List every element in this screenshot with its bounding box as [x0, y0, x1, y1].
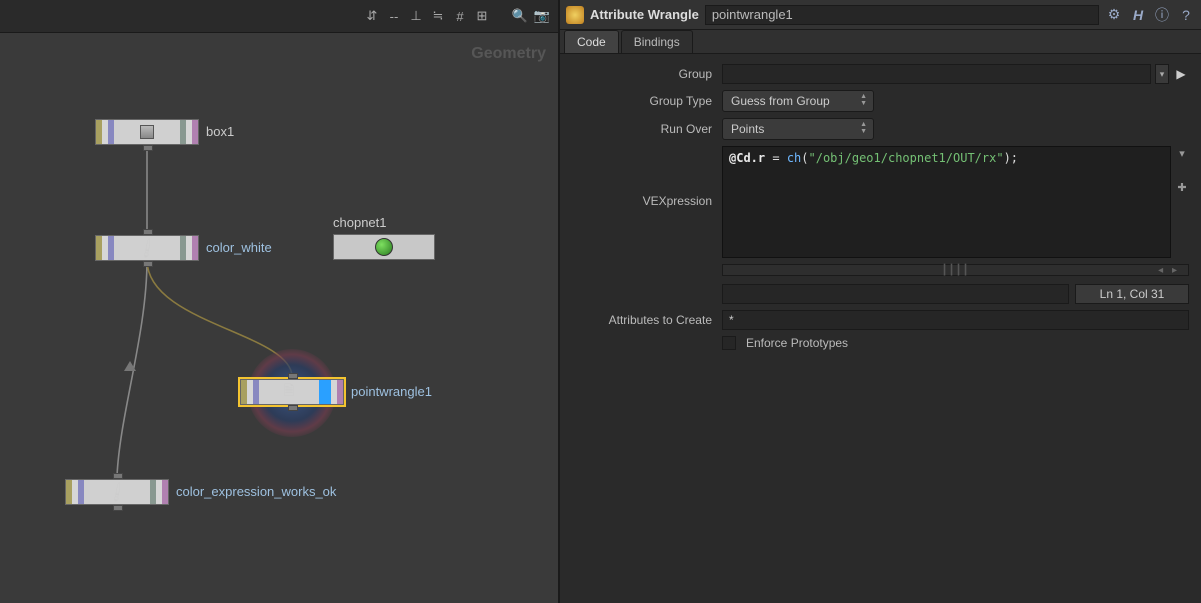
layout-icon-5[interactable]: #	[452, 8, 468, 24]
info-icon[interactable]: ⓘ	[1153, 6, 1171, 24]
node-graph-pane: ⇵ -- ⊥ ≒ # ⊞ 🔍 📷 Geometry box1	[0, 0, 560, 603]
label-enforce-prototypes: Enforce Prototypes	[746, 336, 848, 350]
layout-icon-2[interactable]: --	[386, 8, 402, 24]
enforce-prototypes-checkbox[interactable]	[722, 336, 736, 350]
node-color-expression[interactable]: 🖌 color_expression_works_ok	[65, 479, 169, 505]
node-box1[interactable]: box1	[95, 119, 199, 145]
node-label: chopnet1	[333, 215, 387, 230]
output-port[interactable]	[288, 405, 298, 411]
help-icon[interactable]: ?	[1177, 6, 1195, 24]
vex-side-icons: ▾ ✚	[1175, 146, 1189, 258]
scrub-nav-icon[interactable]: ◂ ▸	[1158, 265, 1180, 276]
box-geo-icon	[140, 125, 154, 139]
output-port[interactable]	[143, 261, 153, 267]
layout-icon-1[interactable]: ⇵	[364, 8, 380, 24]
node-chopnet1[interactable]	[333, 234, 435, 260]
grid-icon[interactable]: ⊞	[474, 8, 490, 24]
chevron-updown-icon: ▲▼	[860, 122, 867, 135]
vex-token-string: "/obj/geo1/chopnet1/OUT/rx"	[809, 151, 1004, 165]
gear-icon[interactable]: ⚙	[1105, 6, 1123, 24]
houdini-H-icon[interactable]: H	[1129, 6, 1147, 24]
context-label: Geometry	[471, 45, 546, 63]
group-type-value: Guess from Group	[731, 94, 830, 108]
chop-icon	[375, 238, 393, 256]
node-label: pointwrangle1	[351, 384, 432, 399]
node-label: color_expression_works_ok	[176, 484, 336, 499]
label-group-type: Group Type	[572, 94, 722, 108]
attrs-to-create-input[interactable]	[722, 310, 1189, 330]
input-port[interactable]	[288, 373, 298, 379]
paint-icon: 🖌	[134, 235, 159, 260]
chevron-updown-icon: ▲▼	[860, 94, 867, 107]
cursor-position: Ln 1, Col 31	[1075, 284, 1189, 304]
node-pointwrangle1[interactable]: 🗎 pointwrangle1	[240, 379, 344, 405]
layout-icon-3[interactable]: ⊥	[408, 8, 424, 24]
param-enforce-prototypes: Enforce Prototypes	[572, 336, 1189, 350]
node-name-input[interactable]	[705, 5, 1099, 25]
node-color-white[interactable]: 🖌 color_white	[95, 235, 199, 261]
layout-icon-4[interactable]: ≒	[430, 8, 446, 24]
output-port[interactable]	[143, 145, 153, 151]
vex-presets-icon[interactable]: ▾	[1175, 146, 1189, 160]
output-port[interactable]	[113, 505, 123, 511]
param-vexpression: VEXpression @Cd.r = ch("/obj/geo1/chopne…	[572, 146, 1189, 304]
tabs-row: Code Bindings	[560, 30, 1201, 54]
camera-icon[interactable]: 📷	[534, 8, 550, 24]
parameter-pane: Attribute Wrangle ⚙ H ⓘ ? Code Bindings …	[560, 0, 1201, 603]
group-input[interactable]	[722, 64, 1151, 84]
label-attrs-to-create: Attributes to Create	[572, 313, 722, 327]
pane-header: Attribute Wrangle ⚙ H ⓘ ?	[560, 0, 1201, 30]
input-port[interactable]	[113, 473, 123, 479]
vex-status-row: Ln 1, Col 31	[722, 284, 1189, 304]
tab-code[interactable]: Code	[564, 30, 619, 53]
vex-token-var: @Cd.r	[729, 151, 765, 165]
group-dropdown-icon[interactable]: ▾	[1155, 64, 1169, 84]
wires	[0, 33, 558, 603]
tab-bindings[interactable]: Bindings	[621, 30, 693, 53]
node-label: box1	[206, 124, 234, 139]
vex-status-input[interactable]	[722, 284, 1069, 304]
label-run-over: Run Over	[572, 122, 722, 136]
group-select-arrow-icon[interactable]: ▶	[1173, 65, 1189, 83]
group-type-dropdown[interactable]: Guess from Group ▲▼	[722, 90, 874, 112]
paint-icon: 🖌	[104, 479, 129, 504]
vex-code-editor[interactable]: @Cd.r = ch("/obj/geo1/chopnet1/OUT/rx");	[722, 146, 1171, 258]
param-attrs-to-create: Attributes to Create	[572, 310, 1189, 330]
label-vexpression: VEXpression	[572, 146, 722, 208]
param-group-type: Group Type Guess from Group ▲▼	[572, 90, 1189, 112]
run-over-dropdown[interactable]: Points ▲▼	[722, 118, 874, 140]
label-group: Group	[572, 67, 722, 81]
scrub-grip-icon: ┃┃┃┃	[941, 265, 969, 276]
vex-scrub-bar[interactable]: ┃┃┃┃ ◂ ▸	[722, 264, 1189, 276]
wrangle-icon	[566, 6, 584, 24]
parameters-body: Group ▾ ▶ Group Type Guess from Group ▲▼…	[560, 54, 1201, 362]
graph-toolbar: ⇵ -- ⊥ ≒ # ⊞ 🔍 📷	[0, 0, 558, 33]
node-type-label: Attribute Wrangle	[590, 7, 699, 22]
param-group: Group ▾ ▶	[572, 64, 1189, 84]
run-over-value: Points	[731, 122, 764, 136]
search-icon[interactable]: 🔍	[512, 8, 528, 24]
node-graph-area[interactable]: Geometry box1 🖌 color_white	[0, 33, 558, 603]
vex-token-fn: ch	[787, 151, 801, 165]
param-run-over: Run Over Points ▲▼	[572, 118, 1189, 140]
vex-addparm-icon[interactable]: ✚	[1175, 180, 1189, 194]
node-label: color_white	[206, 240, 272, 255]
wrangle-icon: 🗎	[280, 383, 298, 401]
input-port[interactable]	[143, 229, 153, 235]
